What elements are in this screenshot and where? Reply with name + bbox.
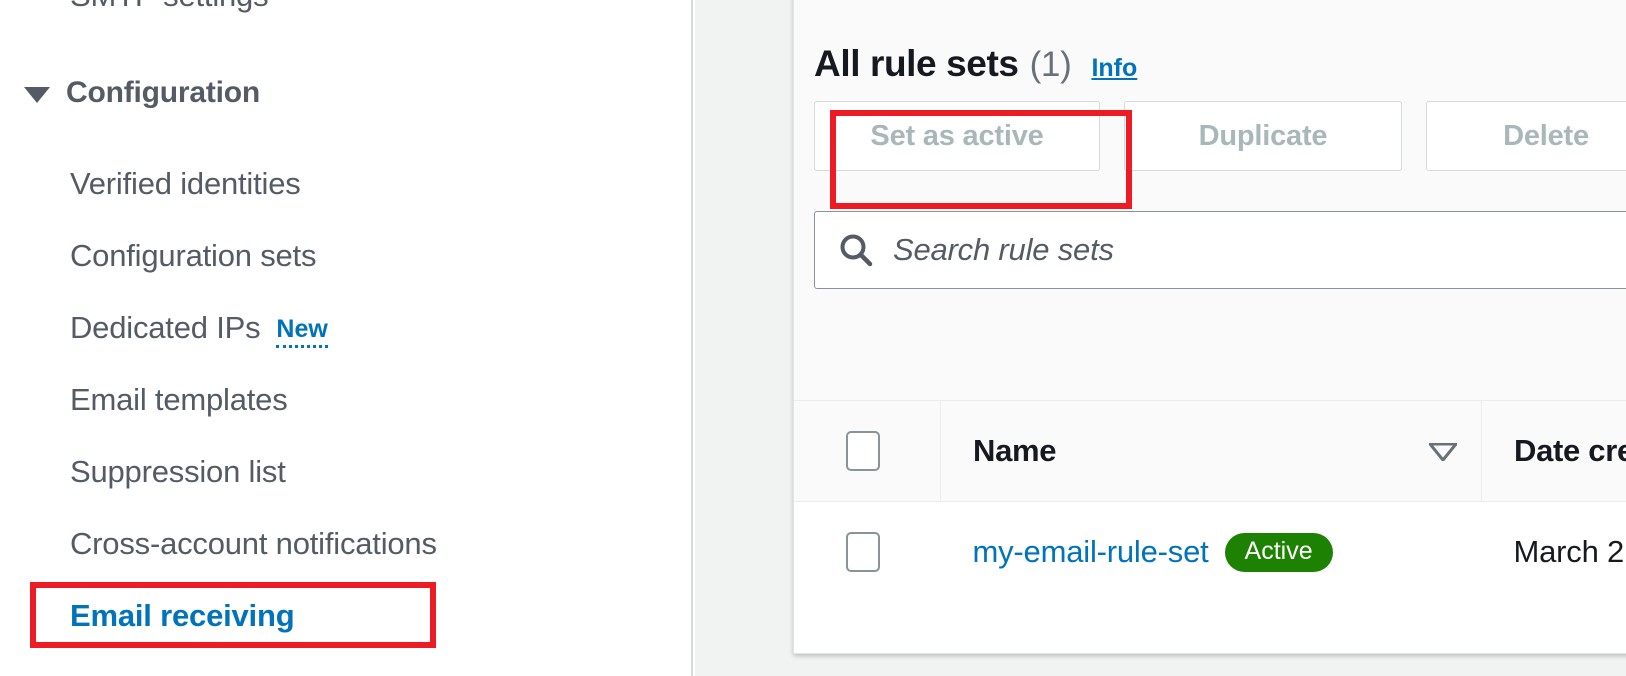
- sidebar-item-label: Verified identities: [70, 166, 301, 201]
- sidebar-group-configuration[interactable]: Configuration: [24, 76, 260, 110]
- sidebar-item-label: Configuration sets: [70, 238, 317, 273]
- row-date-cell: March 2: [1482, 502, 1626, 603]
- sidebar-item-cross-account-notifications[interactable]: Cross-account notifications: [0, 508, 691, 580]
- duplicate-button[interactable]: Duplicate: [1124, 101, 1402, 171]
- sidebar-item-email-templates[interactable]: Email templates: [0, 364, 691, 436]
- sidebar-item-suppression-list[interactable]: Suppression list: [0, 436, 691, 508]
- search-icon: [837, 231, 875, 269]
- sidebar-item-configuration-sets[interactable]: Configuration sets: [0, 220, 691, 292]
- sidebar-item-label: Email receiving: [70, 598, 295, 633]
- left-navigation-sidebar: SMTP settings Configuration Verified ide…: [0, 0, 693, 676]
- sidebar-item-list: Verified identities Configuration sets D…: [0, 148, 691, 652]
- sidebar-item-label: Dedicated IPs: [70, 310, 261, 345]
- select-all-header-cell: [794, 401, 941, 502]
- status-badge: Active: [1224, 532, 1333, 572]
- column-header-date-created: Date cre: [1514, 433, 1626, 468]
- sidebar-group-label: Configuration: [66, 76, 261, 109]
- search-input[interactable]: [891, 231, 1595, 269]
- table-header: Name Date cre: [794, 401, 1626, 502]
- row-name-cell: my-email-rule-set Active: [941, 502, 1482, 603]
- date-created-header-cell[interactable]: Date cre: [1481, 401, 1626, 502]
- caret-down-icon: [24, 86, 50, 103]
- column-header-name: Name: [973, 433, 1057, 468]
- table-header-row: Name Date cre: [794, 401, 1626, 502]
- sidebar-item-label: Cross-account notifications: [70, 526, 437, 561]
- sidebar-item-label: Suppression list: [70, 454, 286, 489]
- new-badge[interactable]: New: [276, 316, 328, 348]
- rule-sets-table: Name Date cre my-email-rule-set Active M…: [794, 401, 1626, 602]
- page-title: All rule sets: [814, 43, 1019, 84]
- sidebar-item-label: Email templates: [70, 382, 288, 417]
- panel-header: All rule sets (1) Info Set as active Dup…: [794, 0, 1626, 401]
- table-body: my-email-rule-set Active March 2: [794, 501, 1626, 603]
- search-rule-sets-field[interactable]: [814, 211, 1626, 289]
- rule-set-name-link[interactable]: my-email-rule-set: [973, 534, 1209, 570]
- panel-title-row: All rule sets (1) Info: [814, 43, 1137, 85]
- screenshot-root: SMTP settings Configuration Verified ide…: [0, 0, 1626, 676]
- sort-descending-icon[interactable]: [1429, 442, 1457, 461]
- info-link[interactable]: Info: [1091, 54, 1137, 83]
- sidebar-item-verified-identities[interactable]: Verified identities: [0, 148, 691, 220]
- row-checkbox[interactable]: [846, 532, 880, 572]
- rule-sets-panel: All rule sets (1) Info Set as active Dup…: [793, 0, 1626, 654]
- name-header-cell[interactable]: Name: [940, 401, 1482, 502]
- table-row[interactable]: my-email-rule-set Active March 2: [794, 501, 1626, 603]
- sidebar-item-dedicated-ips[interactable]: Dedicated IPs New: [0, 292, 691, 364]
- delete-button[interactable]: Delete: [1426, 101, 1626, 171]
- rule-set-count: (1): [1029, 45, 1072, 84]
- row-select-cell: [794, 502, 941, 603]
- date-created-value: March 2: [1513, 534, 1625, 569]
- panel-action-buttons: Set as active Duplicate Delete: [814, 101, 1626, 171]
- sidebar-item-email-receiving[interactable]: Email receiving: [0, 580, 691, 652]
- select-all-checkbox[interactable]: [846, 431, 880, 471]
- set-as-active-button[interactable]: Set as active: [814, 101, 1100, 171]
- sidebar-item-smtp-settings[interactable]: SMTP settings: [70, 0, 269, 14]
